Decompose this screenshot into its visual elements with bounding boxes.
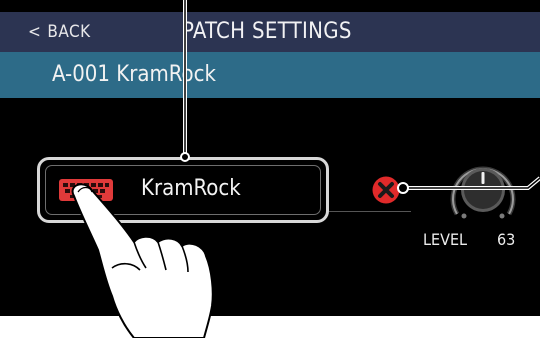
device-screen: < BACK PATCH SETTINGS A-001 KramRock Kram… [0, 0, 540, 316]
field-underline [329, 211, 411, 212]
patch-name-value: KramRock [141, 176, 241, 201]
close-circle-icon[interactable] [371, 175, 401, 205]
level-knob-icon[interactable] [446, 152, 520, 226]
page-title: PATCH SETTINGS [182, 19, 352, 44]
level-value: 63 [497, 230, 516, 249]
back-chevron-icon: < [28, 22, 42, 42]
current-patch-name: A-001 KramRock [52, 62, 216, 87]
back-label: BACK [47, 22, 91, 42]
back-button[interactable]: < BACK [28, 12, 91, 52]
level-label: LEVEL [423, 230, 468, 249]
patch-name-field[interactable]: KramRock [37, 157, 329, 223]
patch-bar: A-001 KramRock [0, 52, 540, 98]
title-bar: < BACK PATCH SETTINGS [0, 12, 540, 52]
keyboard-icon[interactable] [58, 178, 114, 202]
